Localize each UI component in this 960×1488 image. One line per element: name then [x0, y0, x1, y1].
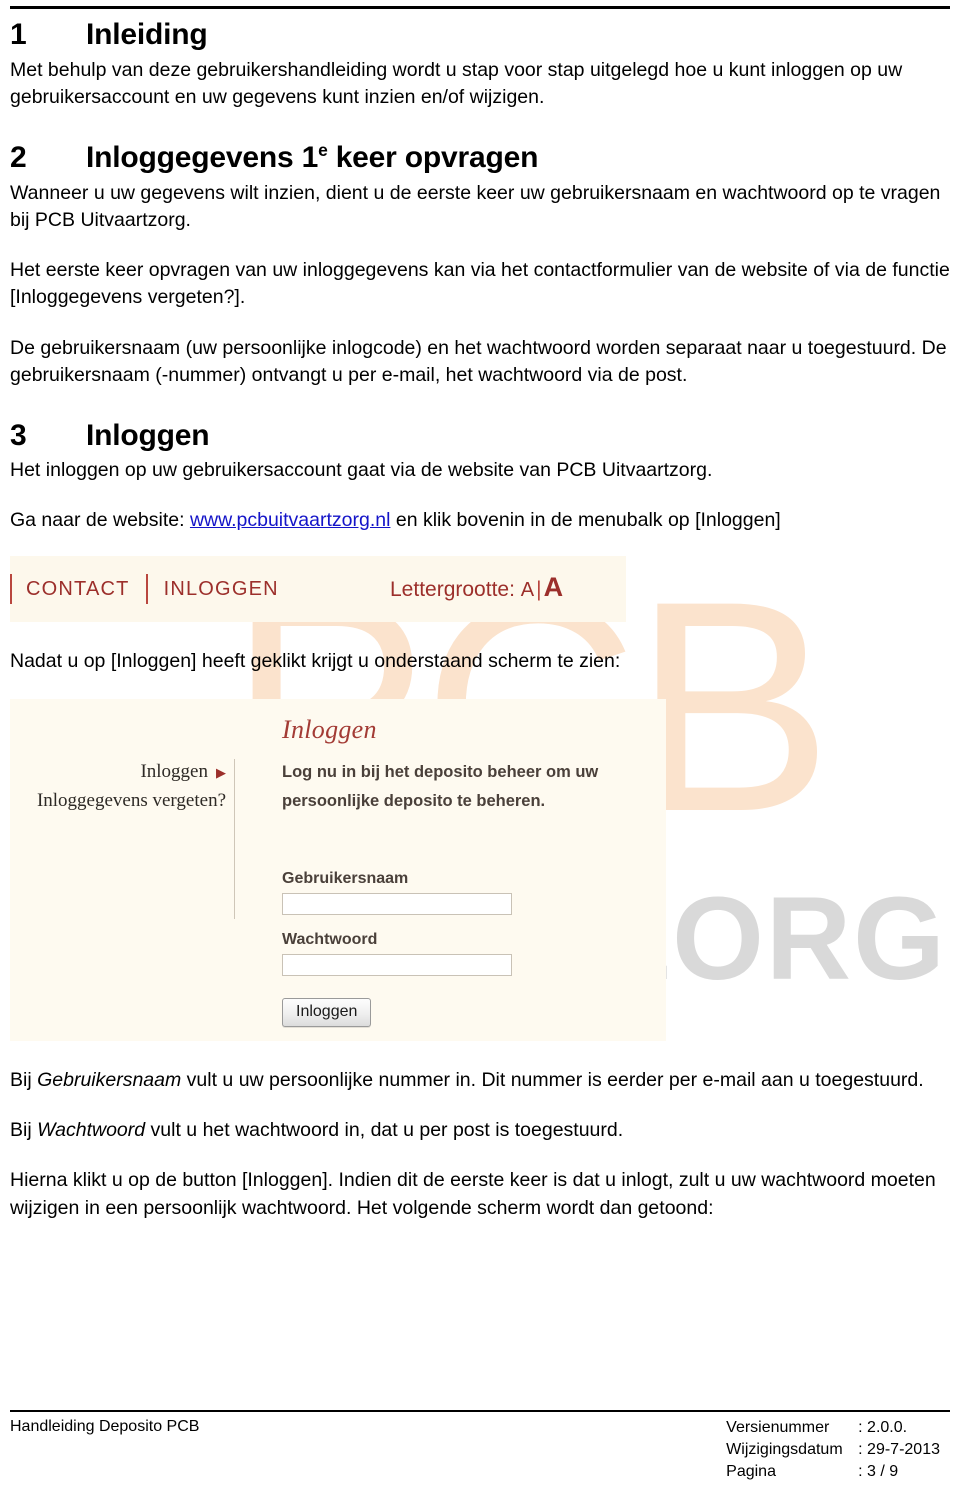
footer-page-key: Pagina	[726, 1462, 776, 1480]
after-shot-p1-tail: vult u uw persoonlijke nummer in. Dit nu…	[181, 1068, 924, 1091]
login-main-panel: Inloggen Log nu in bij het deposito behe…	[282, 715, 622, 1028]
font-size-large-option[interactable]: A	[544, 572, 564, 602]
page-footer: Handleiding Deposito PCB Versienummer : …	[10, 1409, 950, 1482]
section-2-title-post: keer opvragen	[327, 141, 539, 175]
after-shot-p2-lead: Bij	[10, 1119, 38, 1142]
website-line-lead: Ga naar de website:	[10, 509, 190, 532]
website-line-tail: en klik bovenin in de menubalk op [Inlog…	[390, 509, 781, 532]
font-size-small-option[interactable]: A	[521, 579, 534, 601]
login-submit-button[interactable]: Inloggen	[282, 998, 372, 1028]
caption-after-menubar: Nadat u op [Inloggen] heeft geklikt krij…	[10, 650, 621, 673]
menubar-item-inloggen[interactable]: INLOGGEN	[164, 578, 279, 601]
document-page: PCB ZORG 1Inleiding Met behulp van deze …	[0, 0, 960, 1488]
heading-section-3: 3 Inloggen	[10, 419, 950, 454]
footer-version-value: : 2.0.0.	[858, 1418, 908, 1436]
screenshot-site-menubar: CONTACT INLOGGEN Lettergrootte: A|A	[10, 556, 626, 623]
section-3-number: 3	[10, 419, 27, 453]
sidebar-item-forgot-credentials[interactable]: Inloggegevens vergeten?	[10, 786, 226, 815]
section-1-number: 1	[10, 18, 27, 51]
footer-metadata: Versienummer : 2.0.0. Wijzigingsdatum : …	[726, 1417, 940, 1482]
triangle-right-icon: ▶	[216, 764, 226, 780]
login-panel-title: Inloggen	[282, 714, 377, 744]
section-3-paragraph-1: Het inloggen op uw gebruikersaccount gaa…	[10, 458, 713, 481]
menubar-items: CONTACT INLOGGEN	[10, 574, 279, 605]
section-3-title: Inloggen	[86, 419, 210, 453]
section-2-paragraph-2: Het eerste keer opvragen van uw inloggeg…	[10, 259, 950, 309]
login-sidebar: Inloggen ▶ Inloggegevens vergeten?	[10, 757, 226, 816]
font-size-control: Lettergrootte: A|A	[390, 572, 563, 603]
section-1-paragraph: Met behulp van deze gebruikershandleidin…	[10, 58, 903, 108]
font-size-separator: |	[536, 578, 542, 602]
menubar-divider-left	[10, 574, 12, 605]
heading-section-2: 2 Inloggegevens 1e keer opvragen	[10, 141, 950, 176]
after-shot-p2-tail: vult u het wachtwoord in, dat u per post…	[145, 1119, 624, 1142]
section-1-title: Inleiding	[86, 18, 208, 51]
footer-version-key: Versienummer	[726, 1418, 830, 1436]
footer-page-value: : 3 / 9	[858, 1462, 899, 1480]
section-2-number: 2	[10, 141, 27, 175]
section-2-paragraph-1: Wanneer u uw gegevens wilt inzien, dient…	[10, 181, 941, 231]
after-shot-p2-emphasis: Wachtwoord	[37, 1119, 146, 1142]
login-intro-line-1: Log nu in bij het deposito beheer om uw	[282, 762, 599, 781]
password-label: Wachtwoord	[282, 931, 378, 949]
login-intro-line-2: persoonlijke deposito te beheren.	[282, 792, 546, 811]
font-size-label: Lettergrootte:	[390, 578, 515, 602]
after-shot-paragraph-3: Hierna klikt u op de button [Inloggen]. …	[10, 1169, 936, 1219]
footer-body: Handleiding Deposito PCB Versienummer : …	[10, 1417, 950, 1482]
menubar-item-contact[interactable]: CONTACT	[26, 578, 130, 601]
pcbuitvaartzorg-link[interactable]: www.pcbuitvaartzorg.nl	[190, 509, 391, 531]
footer-moddate-value: : 29-7-2013	[858, 1440, 940, 1458]
section-2-title-pre: Inloggegevens 1	[86, 141, 319, 175]
after-shot-paragraph-1: Bij Gebruikersnaam vult u uw persoonlijk…	[10, 1067, 950, 1094]
menubar-divider-mid	[145, 574, 148, 605]
after-shot-paragraph-2: Bij Wachtwoord vult u het wachtwoord in,…	[10, 1117, 950, 1144]
footer-rule	[10, 1409, 950, 1412]
login-sidebar-divider	[234, 758, 235, 919]
username-input[interactable]	[282, 893, 512, 916]
login-intro-text: Log nu in bij het deposito beheer om uw …	[282, 758, 622, 817]
heading-section-1: 1 Inleiding	[10, 18, 950, 53]
after-shot-p1-emphasis: Gebruikersnaam	[37, 1068, 182, 1091]
username-label: Gebruikersnaam	[282, 870, 409, 888]
sidebar-item-forgot-credentials-label: Inloggegevens vergeten?	[36, 790, 226, 812]
document-content: 1 Inleiding Met behulp van deze gebruiker…	[10, 0, 950, 1222]
screenshot-login-page: Inloggen ▶ Inloggegevens vergeten? Inlogg…	[10, 698, 666, 1041]
password-input[interactable]	[282, 954, 512, 977]
footer-document-title: Handleiding Deposito PCB	[10, 1417, 200, 1435]
sidebar-item-inloggen-label: Inloggen	[140, 760, 208, 782]
footer-moddate-key: Wijzigingsdatum	[726, 1440, 843, 1458]
section-2-paragraph-3: De gebruikersnaam (uw persoonlijke inlog…	[10, 336, 947, 387]
sidebar-item-inloggen[interactable]: Inloggen ▶	[10, 757, 226, 786]
after-shot-p1-lead: Bij	[10, 1068, 38, 1091]
section-3-website-line: Ga naar de website: www.pcbuitvaartzorg.…	[10, 507, 950, 534]
section-2-title-superscript: e	[318, 140, 328, 161]
